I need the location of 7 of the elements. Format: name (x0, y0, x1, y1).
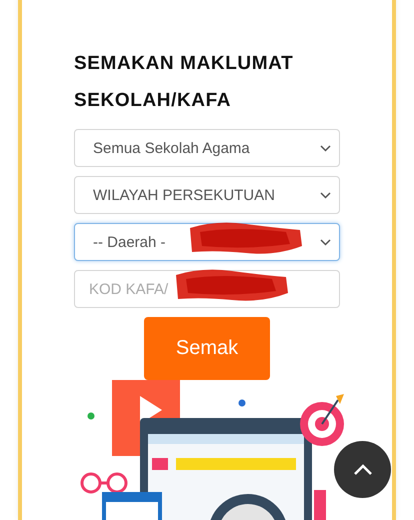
chevron-down-icon (320, 192, 331, 198)
form-title: SEMAKAN MAKLUMAT SEKOLAH/KAFA (74, 52, 294, 113)
dropdown[interactable]: WILAYAH PERSEKUTUAN (74, 176, 340, 214)
chevron-up-icon (352, 464, 372, 476)
chevron-down-icon (320, 144, 331, 152)
chevron-down-icon (320, 238, 331, 246)
dropdown[interactable]: Semua Sekolah Agama (74, 129, 340, 167)
